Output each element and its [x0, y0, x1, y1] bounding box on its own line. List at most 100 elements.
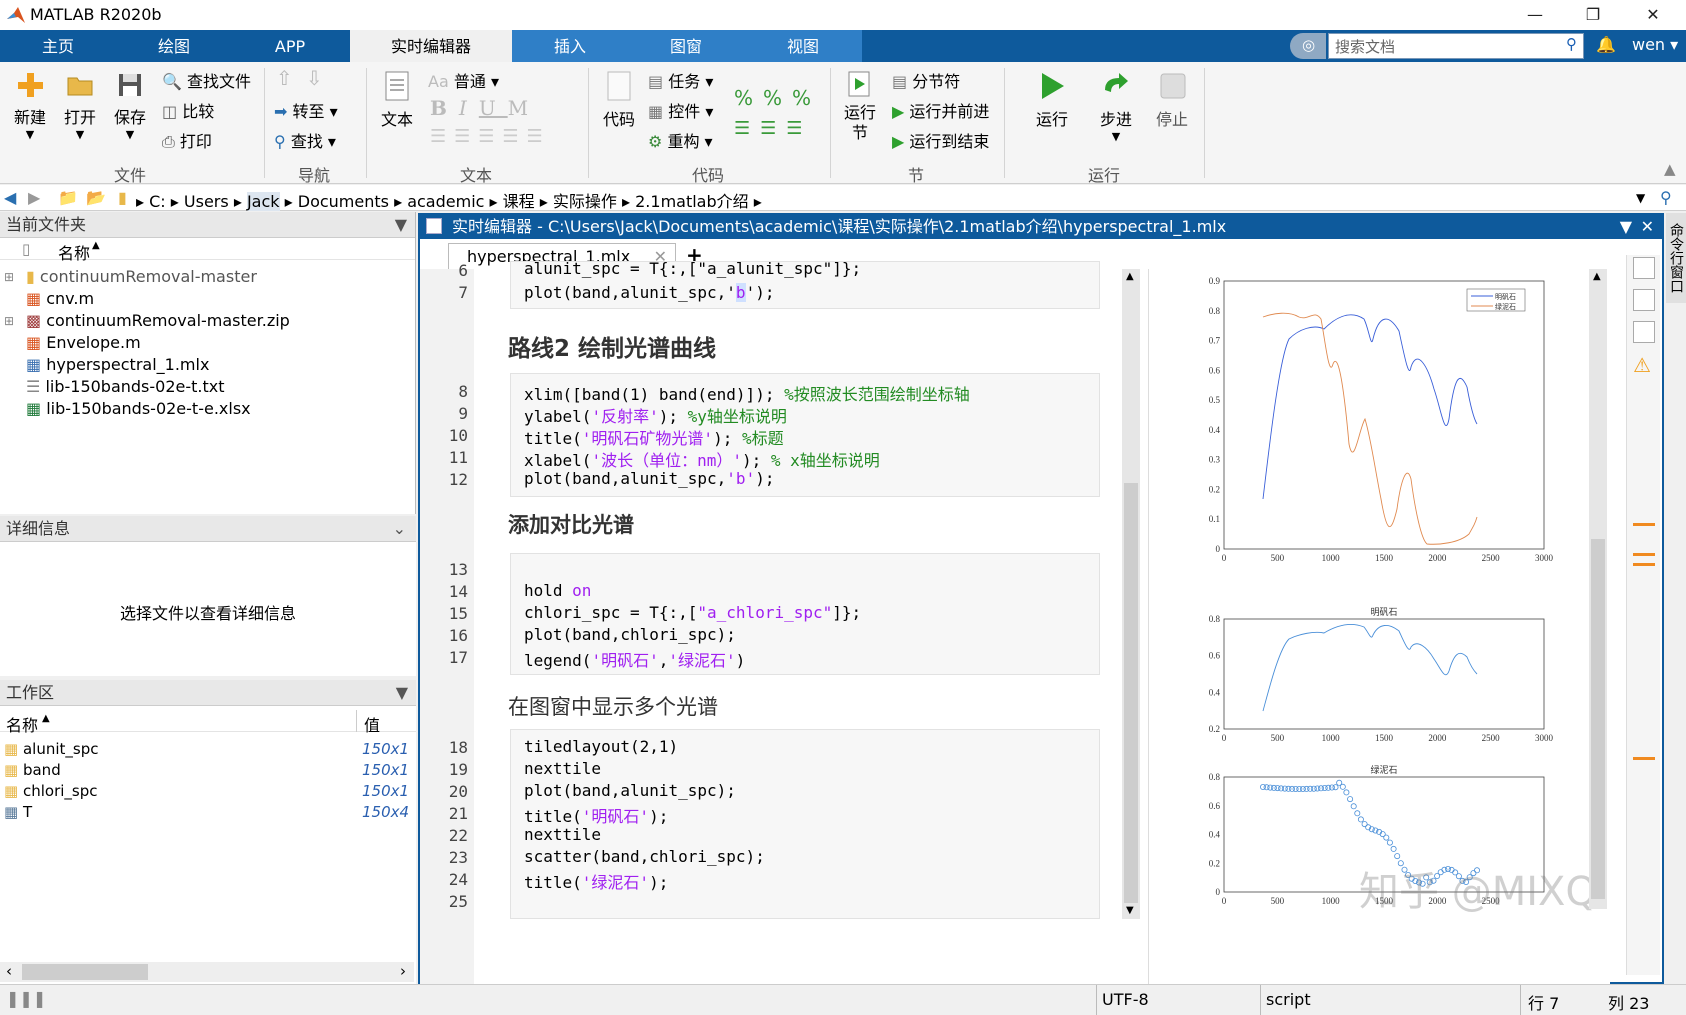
open-button[interactable]: 打开 ▼ — [58, 70, 102, 141]
arrow-down-icon[interactable]: ⇩ — [306, 66, 323, 90]
list-item[interactable]: ▦ Envelope.m — [26, 332, 141, 354]
list-item[interactable]: ⊞ ▩ continuumRemoval-master.zip — [4, 310, 290, 332]
goto-button[interactable]: ➡ 转至 ▾ — [274, 98, 338, 122]
output-scrollbar[interactable]: ▲ — [1589, 269, 1607, 909]
code-line[interactable]: title('明矾石矿物光谱'); %标题 — [524, 425, 784, 449]
breadcrumb-item[interactable]: Documents — [298, 192, 389, 211]
hide-code-icon[interactable] — [1633, 321, 1655, 343]
stop-button[interactable]: 停止 — [1150, 70, 1194, 130]
scrollbar-thumb[interactable] — [22, 964, 148, 980]
code-line[interactable]: title('绿泥石'); — [524, 869, 668, 893]
code-line[interactable]: ylabel('反射率'); %y轴坐标说明 — [524, 403, 787, 427]
editor-menu-icon[interactable]: ▼ — [1620, 215, 1632, 239]
task-button[interactable]: ▤ 任务 ▾ — [648, 68, 713, 92]
code-line[interactable]: plot(band,chlori_spc); — [524, 625, 736, 644]
expand-icon[interactable]: ⊞ — [4, 310, 14, 332]
code-line[interactable]: title('明矾石'); — [524, 803, 668, 827]
close-button[interactable]: ✕ — [1630, 0, 1676, 30]
chevron-down-icon[interactable]: ⌄ — [393, 516, 406, 542]
collapse-ribbon-icon[interactable]: ▲ — [1664, 160, 1676, 178]
horizontal-scrollbar[interactable]: ‹ › — [0, 962, 414, 982]
table-row[interactable]: ▦ band 150x1 — [4, 761, 414, 783]
code-line[interactable]: nexttile — [524, 825, 601, 844]
run-button[interactable]: 运行 — [1030, 70, 1074, 130]
search-folder-icon[interactable]: ⚲ — [1660, 188, 1672, 207]
run-section-button[interactable]: 运行 节 — [836, 70, 884, 143]
code-line[interactable]: scatter(band,chlori_spc); — [524, 847, 765, 866]
code-line[interactable]: plot(band,alunit_spc); — [524, 781, 736, 800]
tab-figure[interactable]: 图窗 — [628, 30, 744, 62]
breadcrumb-item[interactable]: 实际操作 — [553, 192, 617, 211]
code-analyzer-marker[interactable] — [1633, 757, 1655, 760]
code-line[interactable]: plot(band,alunit_spc,'b'); — [524, 283, 774, 302]
browse-folder-icon[interactable]: 📂 — [86, 188, 106, 207]
section-heading[interactable]: 路线2 绘制光谱曲线 — [508, 329, 716, 363]
find-button[interactable]: ⚲ 查找 ▾ — [274, 128, 336, 152]
scroll-up-icon[interactable]: ▲ — [1126, 271, 1134, 282]
code-analyzer-marker[interactable] — [1633, 553, 1655, 556]
comment-icons[interactable]: %%% — [734, 86, 821, 110]
breadcrumb-item[interactable]: C: — [149, 192, 166, 211]
list-item[interactable]: ☰ lib-150bands-02e-t.txt — [26, 376, 225, 398]
code-line[interactable]: chlori_spc = T{:,["a_chlori_spc"]}; — [524, 603, 861, 622]
close-editor-icon[interactable]: ✕ — [1641, 215, 1654, 239]
search-options-button[interactable]: ◎ — [1290, 33, 1326, 59]
print-button[interactable]: ⎙ 打印 — [162, 128, 212, 152]
editor-scrollbar[interactable]: ▲ ▼ — [1122, 269, 1140, 919]
tab-view[interactable]: 视图 — [744, 30, 862, 62]
breadcrumb-item[interactable]: 2.1matlab介绍 — [635, 192, 749, 211]
back-icon[interactable]: ◀ — [4, 188, 16, 207]
column-header[interactable]: 名称 ▲ 值 — [0, 710, 416, 735]
compare-button[interactable]: ◫ 比较 — [162, 98, 214, 122]
scroll-left-icon[interactable]: ‹ — [6, 962, 12, 980]
code-analyzer-marker[interactable] — [1633, 523, 1655, 526]
tab-apps[interactable]: APP — [232, 30, 348, 62]
bell-icon[interactable]: 🔔 — [1596, 35, 1616, 54]
code-line[interactable]: plot(band,alunit_spc,'b'); — [524, 469, 774, 488]
column-header[interactable]: ▯ 名称 ▲ — [0, 238, 415, 263]
restore-button[interactable]: ❐ — [1570, 0, 1616, 30]
table-row[interactable]: ▦ T 150x4 — [4, 803, 414, 825]
arrow-up-icon[interactable]: ⇧ — [276, 66, 293, 90]
tab-live-editor[interactable]: 实时编辑器 — [350, 30, 512, 62]
address-dropdown-icon[interactable]: ▼ — [1636, 191, 1645, 205]
run-to-end-button[interactable]: ▶ 运行到结束 — [892, 128, 989, 152]
breadcrumb-item[interactable]: 课程 — [503, 192, 535, 211]
text-style-dropdown[interactable]: Aa 普通 ▾ — [428, 68, 499, 92]
search-input[interactable]: 搜索文档 ⚲ — [1328, 33, 1584, 59]
output-right-icon[interactable] — [1633, 257, 1655, 279]
minimize-button[interactable]: — — [1512, 0, 1558, 30]
code-button[interactable]: 代码 — [594, 70, 644, 130]
run-advance-button[interactable]: ▶ 运行并前进 — [892, 98, 989, 122]
scrollbar-thumb[interactable] — [1591, 539, 1605, 899]
table-row[interactable]: ▦ chlori_spc 150x1 — [4, 782, 414, 804]
forward-icon[interactable]: ▶ — [28, 188, 40, 207]
panel-menu-icon[interactable]: ▼ — [395, 212, 407, 238]
scroll-up-icon[interactable]: ▲ — [1593, 271, 1601, 282]
tab-plots[interactable]: 绘图 — [116, 30, 232, 62]
control-button[interactable]: ▦ 控件 ▾ — [648, 98, 713, 122]
list-item[interactable]: ⊞ ▮ continuumRemoval-master — [4, 266, 257, 288]
list-item[interactable]: ▦ hyperspectral_1.mlx — [26, 354, 209, 376]
new-button[interactable]: 新建 ▼ — [8, 70, 52, 141]
command-window-tab[interactable]: 命令行窗口 — [1666, 213, 1686, 303]
save-button[interactable]: 保存 ▼ — [108, 70, 152, 141]
list-item[interactable]: ▦ lib-150bands-02e-t-e.xlsx — [26, 398, 251, 420]
list-item[interactable]: ▦ cnv.m — [26, 288, 94, 310]
section-heading[interactable]: 在图窗中显示多个光谱 — [508, 691, 718, 721]
code-line[interactable]: alunit_spc = T{:,["a_alunit_spc"]}; — [524, 259, 861, 278]
user-menu[interactable]: wen ▾ — [1632, 35, 1678, 54]
up-folder-icon[interactable]: 📁 — [58, 188, 78, 207]
scrollbar-thumb[interactable] — [1124, 483, 1138, 903]
text-button[interactable]: 文本 — [372, 70, 422, 130]
section-heading[interactable]: 添加对比光谱 — [508, 509, 634, 539]
tab-home[interactable]: 主页 — [0, 30, 116, 62]
code-analyzer-marker[interactable] — [1633, 563, 1655, 566]
warning-icon[interactable]: ⚠ — [1633, 353, 1651, 377]
code-line[interactable]: xlim([band(1) band(end)]); %按照波长范围绘制坐标轴 — [524, 381, 970, 405]
code-line[interactable]: hold on — [524, 581, 591, 600]
scroll-right-icon[interactable]: › — [400, 962, 406, 980]
expand-icon[interactable]: ⊞ — [4, 266, 14, 288]
indent-icons[interactable]: ☰☰☰ — [734, 118, 812, 139]
step-button[interactable]: 步进 ▼ — [1094, 70, 1138, 143]
